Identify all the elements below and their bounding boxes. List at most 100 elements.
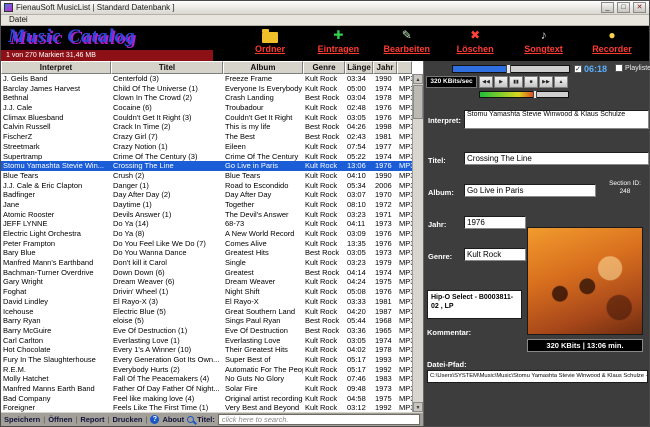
table-row[interactable]: Blue TearsCrush (2)Blue TearsKult Rock04… (1, 171, 412, 181)
table-row[interactable]: J.J. CaleCocaine (6)TroubadourKult Rock0… (1, 103, 412, 113)
toolbar-button-loeschen[interactable]: ✖Löschen (444, 28, 506, 60)
datei-pfad-field[interactable]: C:\Users\SYSTEM\Music\Music\Stomu Yamash… (427, 370, 648, 383)
table-scrollbar[interactable]: ▲ ▼ (412, 74, 423, 412)
table-row[interactable]: SupertrampCrime Of The Century (3)Crime … (1, 152, 412, 162)
table-cell: 1968 (373, 316, 397, 326)
eject-button[interactable]: ▲ (554, 76, 568, 88)
table-row[interactable]: JaneDaytime (1)TogetherKult Rock08:10197… (1, 200, 412, 210)
table-row[interactable]: Gary WrightDream Weaver (6)Dream WeaverK… (1, 277, 412, 287)
close-button[interactable]: ✕ (633, 2, 646, 13)
genre-field[interactable]: Kult Rock (464, 248, 526, 261)
table-row[interactable]: FischerZCrazy Girl (7)The BestBest Rock0… (1, 132, 412, 142)
table-row[interactable]: Peter FramptonDo You Feel Like We Do (7)… (1, 239, 412, 249)
seek-thumb[interactable] (506, 64, 511, 74)
toolbar-button-eintragen[interactable]: ✚Eintragen (307, 28, 369, 60)
titel-field[interactable]: Crossing The Line (464, 152, 649, 165)
table-cell: Dream Weaver (6) (111, 277, 223, 287)
table-cell: Couldn't Get It Right (223, 113, 303, 123)
album-field[interactable]: Go Live in Paris (464, 184, 596, 197)
table-row[interactable]: Barry Ryaneloise (5)Sings Paul RyanBest … (1, 316, 412, 326)
stop-button[interactable]: ■ (524, 76, 538, 88)
table-cell: No Guts No Glory (223, 374, 303, 384)
pause-button[interactable]: ▮▮ (509, 76, 523, 88)
volume-thumb[interactable] (533, 90, 537, 99)
table-cell: Every 1's A Winner (10) (111, 345, 223, 355)
column-header-2[interactable]: Album (223, 61, 303, 74)
table-row[interactable]: Bachman-Turner OverdriveDown Down (6)Gre… (1, 268, 412, 278)
table-row[interactable]: Electric Light OrchestraDo Ya (8)A New W… (1, 229, 412, 239)
column-header-6[interactable] (397, 61, 412, 74)
menu-datei[interactable]: Datei (6, 15, 31, 24)
table-row[interactable]: Barry McGuireEve Of Destruction (1)Eve O… (1, 326, 412, 336)
table-cell: 13:35 (345, 239, 373, 249)
column-header-3[interactable]: Genre (303, 61, 345, 74)
statusbar-button-speichern[interactable]: Speichern (4, 415, 40, 424)
table-cell: Every Generation Got Its Own... (111, 355, 223, 365)
table-cell: Greatest (223, 268, 303, 278)
table-row[interactable]: Fury In The SlaughterhouseEvery Generati… (1, 355, 412, 365)
scrollbar-thumb[interactable] (413, 85, 423, 119)
table-row[interactable]: BadfingerDay After Day (2)Day After DayK… (1, 190, 412, 200)
table-row[interactable]: Bad CompanyFeel like making love (4)Orig… (1, 394, 412, 404)
next-button[interactable]: ▶▶ (539, 76, 553, 88)
playliste-checkbox[interactable] (615, 64, 623, 72)
table-row[interactable]: IcehouseElectric Blue (5)Great Southern … (1, 307, 412, 317)
table-row[interactable]: Manfred Mann's EarthbandDon't kill it Ca… (1, 258, 412, 268)
table-row[interactable]: BethnalClown In The Crowd (2)Crash Landi… (1, 93, 412, 103)
search-input[interactable] (218, 414, 420, 425)
table-row[interactable]: JEFF LYNNEDo Ya (14)68-73Kult Rock04:111… (1, 219, 412, 229)
table-row[interactable]: ForeignerFeels Like The First Time (1)Ve… (1, 403, 412, 412)
seek-slider[interactable] (452, 65, 570, 73)
volume-slider[interactable] (479, 91, 569, 98)
toolbar-button-ordner[interactable]: Ordner (239, 28, 301, 60)
previous-button[interactable]: ◀◀ (479, 76, 493, 88)
table-row[interactable]: Stomu Yamashta Stevie Win...Crossing The… (1, 161, 412, 171)
table-row[interactable]: Calvin RussellCrack In Time (2)This is m… (1, 122, 412, 132)
table-row[interactable]: David LindleyEl Rayo-X (3)El Rayo-XKult … (1, 297, 412, 307)
help-icon[interactable]: ? (150, 415, 159, 424)
statusbar-button-drucken[interactable]: Drucken (112, 415, 142, 424)
time-checkbox[interactable]: ✓ (574, 65, 582, 73)
table-cell: Best Rock (303, 132, 345, 142)
album-label: Album: (428, 188, 454, 197)
table-cell: Do You Wanna Dance (111, 248, 223, 258)
column-header-1[interactable]: Titel (111, 61, 223, 74)
toolbar-button-bearbeiten[interactable]: ✎Bearbeiten (376, 28, 438, 60)
column-header-5[interactable]: Jahr (373, 61, 397, 74)
table-cell: Great Southern Land (223, 307, 303, 317)
minimize-button[interactable]: _ (601, 2, 614, 13)
statusbar-button-oeffnen[interactable]: Öffnen (48, 415, 72, 424)
table-cell: Everyone Is Everybody Else (223, 84, 303, 94)
table-cell: MP3 (397, 307, 412, 317)
jahr-field[interactable]: 1976 (464, 216, 526, 229)
toolbar: Ordner✚Eintragen✎Bearbeiten✖Löschen♪Song… (239, 28, 643, 60)
label-info-box[interactable]: Hip-O Select - B0003811-02 , LP (427, 290, 522, 319)
table-row[interactable]: J. Geils BandCenterfold (3)Freeze FrameK… (1, 74, 412, 84)
table-cell: MP3 (397, 316, 412, 326)
scroll-up-icon[interactable]: ▲ (413, 74, 423, 84)
interpret-field[interactable]: Stomu Yamashta Stevie Winwood & Klaus Sc… (464, 110, 649, 129)
separator: | (75, 415, 77, 424)
scroll-down-icon[interactable]: ▼ (413, 402, 423, 412)
maximize-button[interactable]: □ (617, 2, 630, 13)
table-row[interactable]: Barclay James HarvestChild Of The Univer… (1, 84, 412, 94)
table-row[interactable]: FoghatDrivin' Wheel (1)Night ShiftKult R… (1, 287, 412, 297)
table-row[interactable]: Bary BlueDo You Wanna DanceGreatest Hits… (1, 248, 412, 258)
table-row[interactable]: Hot ChocolateEvery 1's A Winner (10)Thei… (1, 345, 412, 355)
toolbar-button-songtext[interactable]: ♪Songtext (513, 28, 575, 60)
toolbar-button-recorder[interactable]: ●Recorder (581, 28, 643, 60)
column-header-0[interactable]: Interpret (1, 61, 111, 74)
table-cell: MP3 (397, 403, 412, 412)
table-row[interactable]: J.J. Cale & Eric ClaptonDanger (1)Road t… (1, 181, 412, 191)
table-row[interactable]: Atomic RoosterDevils Answer (1)The Devil… (1, 210, 412, 220)
table-row[interactable]: StreetmarkCrazy Notion (1)EileenKult Roc… (1, 142, 412, 152)
statusbar-button-report[interactable]: Report (80, 415, 104, 424)
table-row[interactable]: R.E.M.Everybody Hurts (2)Automatic For T… (1, 365, 412, 375)
about-button[interactable]: About (162, 415, 184, 424)
table-row[interactable]: Climax BluesbandCouldn't Get It Right (3… (1, 113, 412, 123)
table-row[interactable]: Manfred Manns Earth BandFather Of Day Fa… (1, 384, 412, 394)
column-header-4[interactable]: Länge (345, 61, 373, 74)
table-row[interactable]: Carl CarltonEverlasting Love (1)Everlast… (1, 336, 412, 346)
table-row[interactable]: Molly HatchetFall Of The Peacemakers (4)… (1, 374, 412, 384)
play-button[interactable]: ▶ (494, 76, 508, 88)
